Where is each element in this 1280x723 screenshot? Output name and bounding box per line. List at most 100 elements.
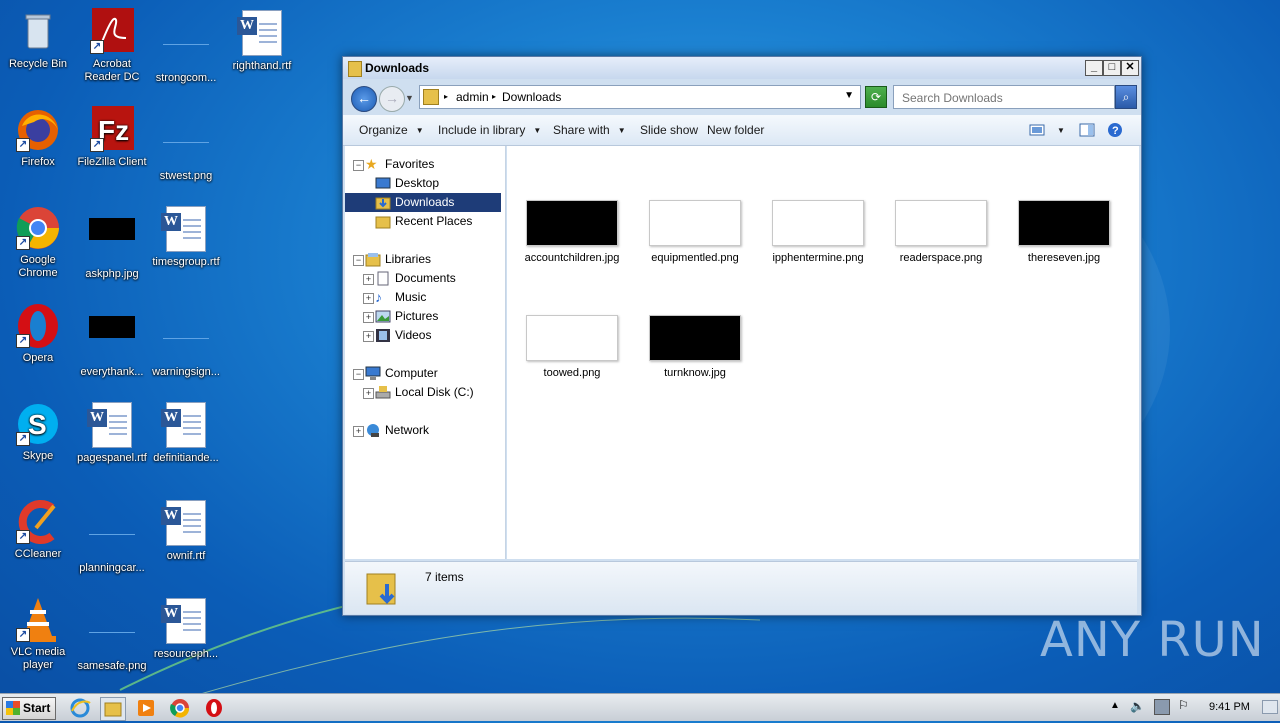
desktop-icon-firefox[interactable]: ↗ Firefox <box>0 106 76 169</box>
nav-computer[interactable]: − Computer <box>345 364 503 383</box>
image-file-icon <box>88 316 136 364</box>
show-hidden-icons-button[interactable]: ▲ <box>1110 700 1120 711</box>
nav-desktop[interactable]: Desktop <box>345 174 503 193</box>
media-player-icon[interactable] <box>134 697 158 719</box>
desktop-icon-opera[interactable]: ↗ Opera <box>0 302 76 365</box>
window-titlebar[interactable]: Downloads _ □ ✕ <box>343 57 1141 79</box>
breadcrumb-downloads[interactable]: Downloads <box>502 90 561 104</box>
expand-icon[interactable]: + <box>363 312 374 323</box>
minimize-button[interactable]: _ <box>1085 60 1103 76</box>
nav-recent-places[interactable]: Recent Places <box>345 212 503 231</box>
collapse-icon[interactable]: − <box>353 160 364 171</box>
share-with-button[interactable]: Share with ▼ <box>553 123 626 137</box>
file-item[interactable]: equipmentled.png <box>640 200 750 264</box>
desktop-icon-strongcom[interactable]: strongcom... <box>148 8 224 85</box>
recent-pages-dropdown[interactable]: ▼ <box>405 93 414 103</box>
desktop-icon-pagespanel[interactable]: W pagespanel.rtf <box>74 400 150 465</box>
nav-libraries[interactable]: − Libraries <box>345 250 503 269</box>
desktop-icon-warningsign[interactable]: warningsign... <box>148 302 224 379</box>
view-options-dropdown-icon[interactable]: ▼ <box>1057 126 1065 135</box>
collapse-icon[interactable]: − <box>353 369 364 380</box>
close-button[interactable]: ✕ <box>1121 60 1139 76</box>
forward-button[interactable]: → <box>379 86 405 112</box>
network-status-icon[interactable] <box>1154 699 1170 715</box>
desktop-icon-chrome[interactable]: ↗ Google Chrome <box>0 204 76 280</box>
desktop-icon-askphp[interactable]: askphp.jpg <box>74 204 150 281</box>
desktop-icon-resourceph[interactable]: W resourceph... <box>148 596 224 661</box>
help-icon[interactable]: ? <box>1107 122 1123 138</box>
search-box[interactable] <box>893 85 1115 109</box>
desktop-icon-timesgroup[interactable]: W timesgroup.rtf <box>148 204 224 269</box>
desktop-icon-skype[interactable]: S ↗ Skype <box>0 400 76 463</box>
desktop-icon-recycle-bin[interactable]: Recycle Bin <box>0 8 76 71</box>
desktop-icon-stwest[interactable]: stwest.png <box>148 106 224 183</box>
start-button[interactable]: Start <box>2 697 56 720</box>
file-item[interactable]: toowed.png <box>517 315 627 379</box>
volume-icon[interactable]: 🔈 <box>1130 699 1145 713</box>
desktop-icon-acrobat[interactable]: ↗ Acrobat Reader DC <box>74 8 150 84</box>
nav-network[interactable]: + Network <box>345 421 503 440</box>
desktop-icon-planningcar[interactable]: planningcar... <box>74 498 150 575</box>
nav-favorites[interactable]: − ★ Favorites <box>345 155 503 174</box>
desktop-icon-definitiande[interactable]: W definitiande... <box>148 400 224 465</box>
file-item[interactable]: readerspace.png <box>886 200 996 264</box>
nav-local-disk[interactable]: + Local Disk (C:) <box>345 383 503 402</box>
file-name: accountchildren.jpg <box>524 252 620 264</box>
videos-icon <box>375 328 391 343</box>
details-pane: 7 items <box>345 561 1137 614</box>
nav-music[interactable]: + ♪ Music <box>345 288 503 307</box>
show-desktop-button[interactable] <box>1262 700 1278 714</box>
windows-explorer-icon[interactable] <box>100 697 126 721</box>
preview-pane-icon[interactable] <box>1079 122 1095 138</box>
collapse-icon[interactable]: − <box>353 255 364 266</box>
image-file-icon <box>88 512 136 560</box>
refresh-button[interactable]: ⟳ <box>865 86 887 108</box>
file-item[interactable]: thereseven.jpg <box>1009 200 1119 264</box>
file-item[interactable]: turnknow.jpg <box>640 315 750 379</box>
include-in-library-button[interactable]: Include in library ▼ <box>438 123 541 137</box>
new-folder-button[interactable]: New folder <box>707 123 764 137</box>
nav-downloads[interactable]: Downloads <box>345 193 501 212</box>
organize-button[interactable]: Organize ▼ <box>359 123 424 137</box>
recycle-bin-icon <box>14 8 62 56</box>
desktop-icon-samesafe[interactable]: samesafe.png <box>74 596 150 673</box>
nav-documents[interactable]: + Documents <box>345 269 503 288</box>
search-input[interactable] <box>900 88 1114 108</box>
image-thumbnail <box>526 315 618 361</box>
file-item[interactable]: accountchildren.jpg <box>517 200 627 264</box>
maximize-button[interactable]: □ <box>1103 60 1121 76</box>
opera-taskbar-icon[interactable] <box>202 697 226 719</box>
internet-explorer-icon[interactable] <box>68 697 92 719</box>
desktop-icon-everythank[interactable]: everythank... <box>74 302 150 379</box>
breadcrumb-chevron-icon[interactable]: ▸ <box>492 92 496 101</box>
search-icon[interactable]: ⌕ <box>1115 85 1137 109</box>
address-dropdown-icon[interactable]: ▼ <box>844 90 854 101</box>
slide-show-button[interactable]: Slide show <box>640 123 698 137</box>
documents-icon <box>375 271 391 286</box>
desktop-icon-filezilla[interactable]: Fz ↗ FileZilla Client <box>74 106 150 169</box>
desktop-icon-ownif[interactable]: W ownif.rtf <box>148 498 224 563</box>
file-item[interactable]: ipphentermine.png <box>763 200 873 264</box>
expand-icon[interactable]: + <box>363 293 374 304</box>
desktop-icon-vlc[interactable]: ↗ VLC media player <box>0 596 76 672</box>
image-thumbnail <box>649 200 741 246</box>
image-thumbnail <box>526 200 618 246</box>
nav-pictures[interactable]: + Pictures <box>345 307 503 326</box>
nav-videos[interactable]: + Videos <box>345 326 503 345</box>
action-center-flag-icon[interactable]: ⚐ <box>1178 698 1189 712</box>
file-name: thereseven.jpg <box>1027 252 1101 264</box>
file-name: toowed.png <box>543 367 601 379</box>
expand-icon[interactable]: + <box>363 274 374 285</box>
address-bar[interactable]: ▸ admin ▸ Downloads ▼ <box>419 85 861 109</box>
back-button[interactable]: ← <box>351 86 377 112</box>
expand-icon[interactable]: + <box>353 426 364 437</box>
change-view-icon[interactable] <box>1029 122 1045 138</box>
desktop-icon-ccleaner[interactable]: ↗ CCleaner <box>0 498 76 561</box>
expand-icon[interactable]: + <box>363 331 374 342</box>
chrome-taskbar-icon[interactable] <box>168 697 192 719</box>
desktop-icon-righthand[interactable]: W righthand.rtf <box>224 8 300 73</box>
breadcrumb-chevron-icon[interactable]: ▸ <box>444 92 448 101</box>
breadcrumb-admin[interactable]: admin <box>456 90 489 104</box>
expand-icon[interactable]: + <box>363 388 374 399</box>
taskbar-clock[interactable]: 9:41 PM <box>1209 701 1250 713</box>
